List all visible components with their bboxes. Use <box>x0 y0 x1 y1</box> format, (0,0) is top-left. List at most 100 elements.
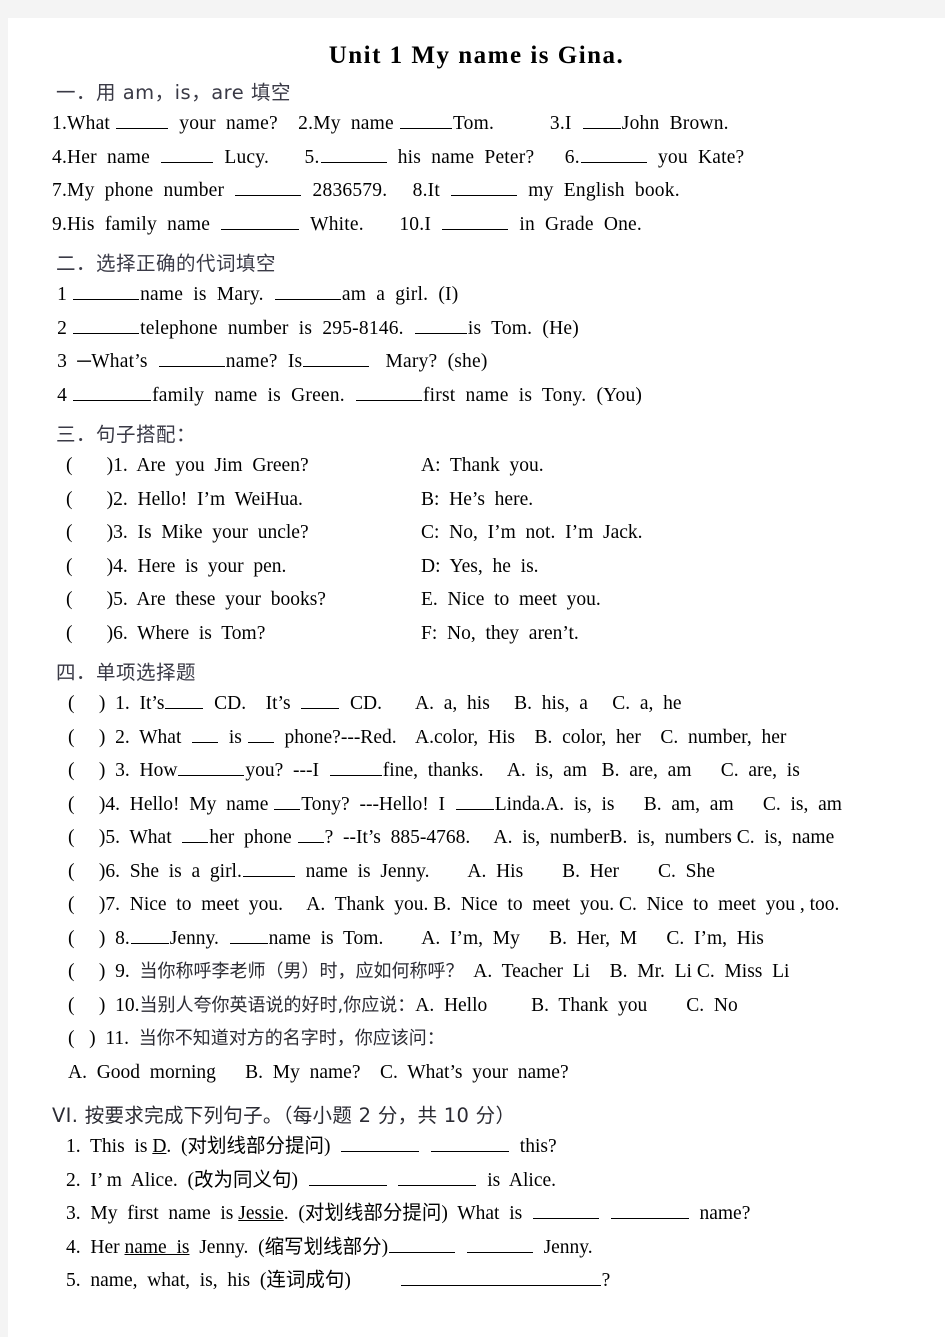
section-3-rows: ( )1. Are you Jim Green? A: Thank you.( )… <box>8 449 945 650</box>
exercise-line: 2 telephone number is 295-8146. is Tom. … <box>52 312 945 346</box>
text-run: 3. My first name is <box>66 1203 239 1224</box>
answer-blank[interactable] <box>398 1166 477 1186</box>
answer-blank[interactable] <box>308 1166 387 1186</box>
text-run: 9.His family name <box>52 213 221 235</box>
answer-blank[interactable] <box>242 857 295 877</box>
answer-blank[interactable] <box>301 689 340 709</box>
text-run: first name is Tony. (You) <box>422 384 643 406</box>
answer-blank[interactable] <box>355 381 422 401</box>
answer-blank[interactable] <box>329 756 382 776</box>
answer-blank[interactable] <box>389 1233 456 1253</box>
answer-blank[interactable] <box>161 143 214 163</box>
text-run: CD. It’s <box>204 693 301 714</box>
section-6: VI. 按要求完成下列句子。（每小题 2 分，共 10 分） 1. This i… <box>8 1099 945 1298</box>
text-run: name is Mary. <box>140 284 274 305</box>
text-run: name? <box>689 1203 751 1224</box>
match-answer[interactable]: E. Nice to meet you. <box>421 583 945 617</box>
text-run: is Alice. <box>477 1169 557 1191</box>
match-question[interactable]: ( )2. Hello! I’m WeiHua. <box>66 483 421 517</box>
text-run: 2. I’ m Alice. (改为同义句) <box>66 1169 308 1191</box>
answer-blank[interactable] <box>580 143 647 163</box>
answer-blank[interactable] <box>192 723 219 743</box>
answer-blank[interactable] <box>466 1233 533 1253</box>
match-question[interactable]: ( )6. Where is Tom? <box>66 617 421 651</box>
answer-blank[interactable] <box>582 109 621 129</box>
answer-blank[interactable] <box>442 210 509 230</box>
match-row: ( )2. Hello! I’m WeiHua. B: He’s here. <box>66 483 945 517</box>
text-run <box>388 1170 398 1191</box>
exercise-line: ( ) 8. Jenny. name is Tom. A. I’m, My B. … <box>68 922 945 956</box>
text-run: 4. Her <box>66 1236 125 1258</box>
match-answer[interactable]: F: No, they aren’t. <box>421 617 945 651</box>
text-run: you Kate? <box>647 146 745 168</box>
text-run: Lucy. 5. <box>214 146 320 168</box>
answer-blank[interactable] <box>399 109 452 129</box>
text-run: 1 <box>52 284 73 305</box>
text-run: 1. This is <box>66 1136 153 1157</box>
underlined-text: Jessie <box>238 1203 284 1224</box>
section-1-lines: 1.What your name? 2.My name Tom. 3.I Joh… <box>8 107 945 241</box>
text-run: Tony? ---Hello! I <box>301 793 455 815</box>
match-row: ( )5. Are these your books? E. Nice to me… <box>66 583 945 617</box>
text-run: 4.Her name <box>52 146 161 168</box>
answer-blank[interactable] <box>178 756 245 776</box>
exercise-line: 4. Her name is Jenny. (缩写划线部分) Jenny. <box>66 1231 945 1265</box>
text-run: Linda.A. is, is B. am, am C. is, am <box>494 793 842 815</box>
text-run: 3 ─What’s <box>52 351 158 372</box>
text-run: ( )5. What <box>68 827 182 848</box>
answer-blank[interactable] <box>274 790 301 810</box>
answer-blank[interactable] <box>182 823 209 843</box>
text-run: ( )7. Nice to meet you. A. Thank you. B.… <box>68 894 840 915</box>
exercise-line: A. Good morning B. My name? C. What’s yo… <box>68 1056 945 1090</box>
match-question[interactable]: ( )4. Here is your pen. <box>66 550 421 584</box>
text-run: family name is Green. <box>152 384 355 406</box>
answer-blank[interactable] <box>221 210 300 230</box>
page-inner: Unit 1 My name is Gina. 一．用 am，is，are 填空… <box>8 42 945 1337</box>
answer-blank[interactable] <box>73 314 140 334</box>
exercise-line: 3 ─What’s name? Is Mary? (she) <box>52 345 945 379</box>
answer-blank[interactable] <box>297 823 324 843</box>
match-question[interactable]: ( )3. Is Mike your uncle? <box>66 516 421 550</box>
match-question[interactable]: ( )1. Are you Jim Green? <box>66 449 421 483</box>
answer-blank[interactable] <box>73 381 152 401</box>
section-2: 二．选择正确的代词填空 1 name is Mary. am a girl. (… <box>8 247 945 412</box>
text-run: name is Jenny. A. His B. Her C. She <box>295 860 715 882</box>
answer-blank[interactable] <box>247 723 274 743</box>
match-answer[interactable]: D: Yes, he is. <box>421 550 945 584</box>
answer-blank[interactable] <box>229 924 268 944</box>
text-run: ( ) 8. <box>68 927 130 949</box>
text-run: White. 10.I <box>300 213 442 235</box>
text-run: ( )6. She is a girl. <box>68 860 242 882</box>
section-4-rows: ( ) 1. It’s CD. It’s CD. A. a, his B. hi… <box>8 687 945 1089</box>
answer-blank[interactable] <box>303 347 370 367</box>
answer-blank[interactable] <box>165 689 204 709</box>
text-run: is Tom. (He) <box>467 317 579 339</box>
answer-blank[interactable] <box>414 314 467 334</box>
exercise-line: ( ) 1. It’s CD. It’s CD. A. a, his B. hi… <box>68 687 945 721</box>
match-answer[interactable]: A: Thank you. <box>421 449 945 483</box>
answer-blank[interactable] <box>274 280 341 300</box>
answer-blank[interactable] <box>610 1199 689 1219</box>
answer-blank[interactable] <box>451 176 518 196</box>
answer-blank[interactable] <box>320 143 387 163</box>
section-6-rows: 1. This is D. (对划线部分提问) this? 2. I’ m Ali… <box>8 1130 945 1298</box>
answer-blank[interactable] <box>341 1132 420 1152</box>
text-run: her phone <box>209 827 297 848</box>
text-run: ( ) 10. <box>68 994 140 1016</box>
text-run: 2 <box>52 317 73 339</box>
answer-blank[interactable] <box>532 1199 599 1219</box>
answer-blank[interactable] <box>431 1132 510 1152</box>
answer-blank[interactable] <box>400 1266 601 1286</box>
text-run: ( ) 11. <box>68 1028 139 1049</box>
answer-blank[interactable] <box>235 176 302 196</box>
section-1-heading: 一．用 am，is，are 填空 <box>56 81 291 104</box>
answer-blank[interactable] <box>73 280 140 300</box>
exercise-line: 1 name is Mary. am a girl. (I) <box>52 278 945 312</box>
match-question[interactable]: ( )5. Are these your books? <box>66 583 421 617</box>
match-answer[interactable]: C: No, I’m not. I’m Jack. <box>421 516 945 550</box>
answer-blank[interactable] <box>455 790 494 810</box>
match-answer[interactable]: B: He’s here. <box>421 483 945 517</box>
answer-blank[interactable] <box>158 347 225 367</box>
answer-blank[interactable] <box>130 924 169 944</box>
answer-blank[interactable] <box>116 109 169 129</box>
